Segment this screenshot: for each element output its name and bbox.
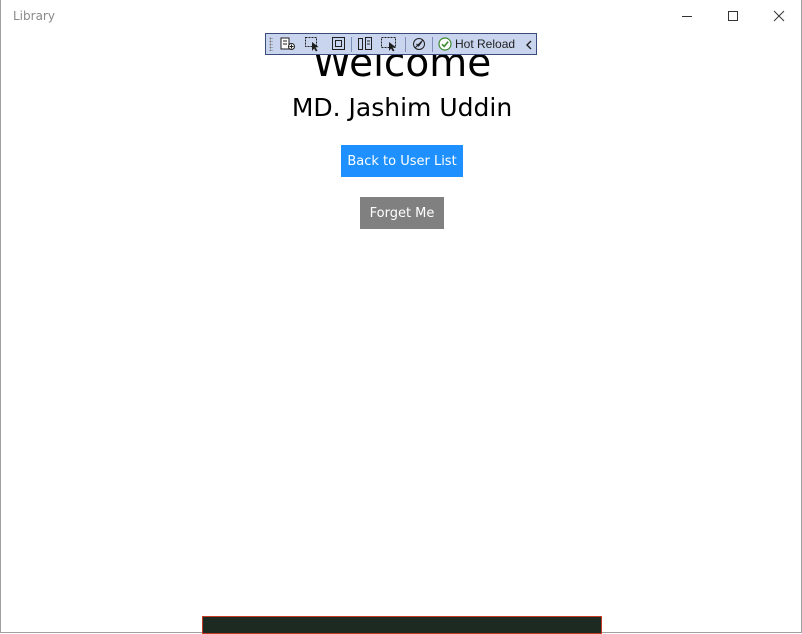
display-layout-adorners-icon[interactable]	[330, 36, 348, 52]
toolbar-separator	[432, 37, 433, 52]
binding-failures-icon[interactable]	[380, 36, 398, 52]
close-button[interactable]	[756, 0, 802, 32]
minimize-icon	[682, 16, 692, 17]
forget-me-button[interactable]: Forget Me	[360, 197, 444, 229]
preview-icon[interactable]	[410, 36, 428, 52]
title-bar[interactable]: Library	[1, 0, 801, 34]
bottom-overlay-bar	[202, 616, 602, 634]
app-window: Library Welcome MD. Jashim Uddin Hot Rel…	[0, 0, 802, 634]
toolbar-separator	[405, 37, 406, 52]
maximize-button[interactable]	[710, 0, 756, 32]
minimize-button[interactable]	[664, 0, 710, 32]
user-name-text: MD. Jashim Uddin	[291, 93, 513, 122]
select-element-icon[interactable]	[304, 36, 322, 52]
live-visual-tree-icon[interactable]	[279, 36, 297, 52]
in-app-debug-toolbar: Hot Reload	[265, 33, 537, 55]
hot-reload-check-icon	[438, 37, 452, 51]
toolbar-separator	[351, 37, 352, 52]
hot-reload-label: Hot Reload	[455, 37, 516, 51]
window-title: Library	[13, 9, 55, 23]
close-icon	[773, 10, 785, 22]
maximize-icon	[728, 11, 738, 21]
back-to-user-list-button[interactable]: Back to User List	[341, 145, 463, 177]
track-focus-icon[interactable]	[356, 36, 374, 52]
collapse-chevron-icon[interactable]	[524, 37, 534, 51]
toolbar-grip[interactable]	[269, 37, 273, 51]
hot-reload-button[interactable]: Hot Reload	[438, 36, 515, 52]
